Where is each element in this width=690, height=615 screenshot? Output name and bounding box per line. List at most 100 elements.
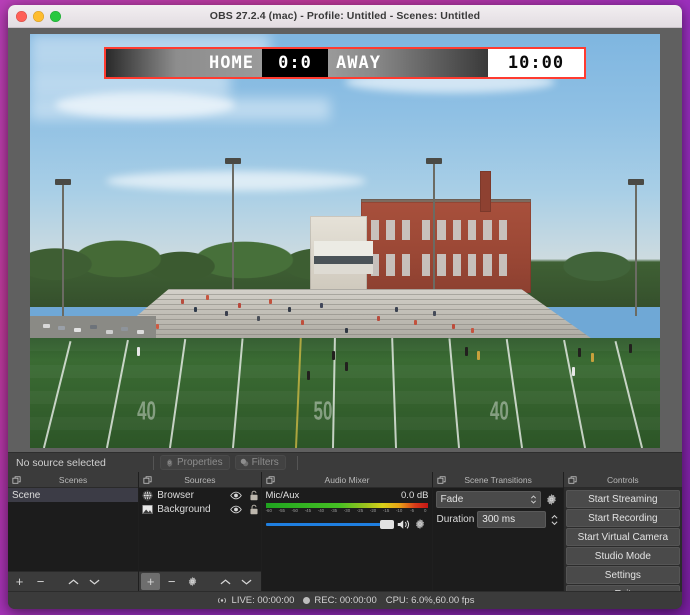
docks-row: Scenes Scene + − Sources Browser Backgro… bbox=[8, 472, 682, 591]
close-button[interactable] bbox=[16, 10, 27, 22]
properties-button[interactable]: Properties bbox=[160, 455, 230, 470]
rec-status: REC: 00:00:00 bbox=[303, 595, 377, 606]
audio-mixer-header: Audio Mixer bbox=[261, 472, 433, 488]
rec-time: REC: 00:00:00 bbox=[314, 595, 377, 606]
meter-tick: -50 bbox=[291, 508, 299, 513]
speaker-icon[interactable] bbox=[397, 518, 411, 531]
away-label: AWAY bbox=[328, 49, 488, 77]
add-scene-button[interactable]: + bbox=[10, 573, 29, 590]
meter-tick: -20 bbox=[369, 508, 377, 513]
transitions-title: Scene Transitions bbox=[464, 474, 532, 485]
sources-list[interactable]: Browser Background bbox=[139, 488, 261, 571]
scene-transitions-dock: Scene Transitions Fade Duration 300 ms bbox=[433, 472, 564, 591]
duration-label: Duration bbox=[436, 514, 475, 525]
toolbar-divider bbox=[296, 455, 298, 470]
meter-tick: -55 bbox=[278, 508, 285, 513]
source-toolbar: No source selected Properties Filters bbox=[8, 452, 682, 472]
image-icon bbox=[142, 504, 153, 515]
float-dock-icon[interactable] bbox=[12, 475, 21, 484]
scenes-title: Scenes bbox=[58, 474, 88, 485]
school-building bbox=[360, 201, 531, 293]
transition-properties-button[interactable] bbox=[544, 492, 560, 508]
remove-scene-button[interactable]: − bbox=[31, 573, 50, 590]
minimize-button[interactable] bbox=[33, 10, 44, 22]
transition-dropdown[interactable]: Fade bbox=[436, 491, 541, 508]
float-dock-icon[interactable] bbox=[143, 475, 152, 484]
audio-settings-icon[interactable] bbox=[414, 518, 428, 531]
unlock-icon[interactable] bbox=[247, 490, 261, 501]
live-time: LIVE: 00:00:00 bbox=[231, 595, 295, 606]
source-properties-button[interactable] bbox=[183, 573, 202, 590]
float-dock-icon[interactable] bbox=[568, 475, 577, 484]
eye-icon[interactable] bbox=[229, 505, 243, 514]
move-scene-up-button[interactable] bbox=[64, 573, 83, 590]
controls-title: Controls bbox=[607, 474, 639, 485]
cloud-decor bbox=[105, 170, 366, 191]
transitions-body: Fade Duration 300 ms bbox=[433, 488, 563, 591]
scene-preview[interactable]: 40 50 40 HOME 0:0 AWAY 10:00 bbox=[30, 34, 660, 448]
meter-tick: -15 bbox=[382, 508, 390, 513]
duration-stepper[interactable] bbox=[549, 513, 560, 527]
broadcast-icon bbox=[216, 596, 228, 605]
remove-source-button[interactable]: − bbox=[162, 573, 181, 590]
start-streaming-button[interactable]: Start Streaming bbox=[565, 490, 681, 508]
move-source-down-button[interactable] bbox=[237, 573, 256, 590]
transition-value: Fade bbox=[440, 494, 464, 505]
float-dock-icon[interactable] bbox=[437, 475, 447, 484]
meter-tick: -25 bbox=[356, 508, 364, 513]
yard-number: 40 bbox=[489, 396, 509, 426]
home-label: HOME bbox=[106, 49, 262, 77]
audio-channel-header: Mic/Aux 0.0 dB bbox=[266, 490, 429, 501]
globe-icon bbox=[142, 490, 153, 501]
scenes-toolbar: + − bbox=[8, 571, 139, 591]
source-list-item[interactable]: Background bbox=[139, 502, 260, 516]
football-field: 40 50 40 bbox=[30, 338, 660, 448]
meter-tick: -10 bbox=[395, 508, 403, 513]
chimney bbox=[480, 170, 491, 212]
volume-knob[interactable] bbox=[380, 520, 395, 529]
eye-icon[interactable] bbox=[229, 491, 243, 500]
cpu-status: CPU: 6.0%,60.00 fps bbox=[386, 595, 475, 606]
duration-value: 300 ms bbox=[482, 514, 516, 525]
press-box bbox=[313, 241, 374, 275]
meter-tick: 0 bbox=[423, 508, 427, 513]
add-source-button[interactable]: + bbox=[141, 573, 161, 590]
game-clock: 10:00 bbox=[488, 49, 584, 77]
source-name: Background bbox=[157, 503, 211, 515]
filters-button[interactable]: Filters bbox=[234, 455, 286, 470]
volume-slider[interactable] bbox=[265, 518, 395, 531]
start-recording-button[interactable]: Start Recording bbox=[565, 509, 681, 527]
controls-body: Start Streaming Start Recording Start Vi… bbox=[563, 488, 682, 591]
float-dock-icon[interactable] bbox=[265, 475, 275, 484]
settings-button[interactable]: Settings bbox=[565, 566, 681, 584]
meter-tick: -5 bbox=[410, 508, 415, 513]
studio-mode-button[interactable]: Studio Mode bbox=[565, 547, 681, 565]
scene-list-item[interactable]: Scene bbox=[8, 488, 139, 502]
move-source-up-button[interactable] bbox=[216, 573, 235, 590]
yard-number: 40 bbox=[137, 396, 157, 426]
duration-input[interactable]: 300 ms bbox=[477, 511, 546, 528]
scoreboard-overlay[interactable]: HOME 0:0 AWAY 10:00 bbox=[104, 47, 586, 79]
light-pole-head bbox=[627, 178, 644, 185]
sources-toolbar: + − bbox=[139, 571, 261, 591]
window-title: OBS 27.2.4 (mac) - Profile: Untitled - S… bbox=[209, 10, 481, 22]
scenes-dock: Scenes Scene + − bbox=[8, 472, 140, 591]
move-scene-down-button[interactable] bbox=[85, 573, 104, 590]
filters-label: Filters bbox=[251, 457, 279, 468]
score-value: 0:0 bbox=[262, 49, 328, 77]
volume-track bbox=[265, 523, 395, 526]
source-list-item[interactable]: Browser bbox=[139, 488, 260, 502]
meter-tick: -40 bbox=[317, 508, 325, 513]
meter-tick: -30 bbox=[343, 508, 351, 513]
start-virtual-camera-button[interactable]: Start Virtual Camera bbox=[565, 528, 681, 546]
transition-duration-row: Duration 300 ms bbox=[433, 508, 562, 528]
sources-dock-header: Sources bbox=[139, 472, 261, 488]
light-pole-head bbox=[426, 158, 443, 165]
properties-label: Properties bbox=[177, 457, 223, 468]
meter-tick: -45 bbox=[304, 508, 312, 513]
scenes-list[interactable]: Scene bbox=[8, 488, 139, 571]
zoom-button[interactable] bbox=[50, 10, 61, 22]
scene-name: Scene bbox=[12, 489, 41, 501]
sources-dock: Sources Browser Background + − bbox=[139, 472, 262, 591]
unlock-icon[interactable] bbox=[247, 504, 261, 515]
